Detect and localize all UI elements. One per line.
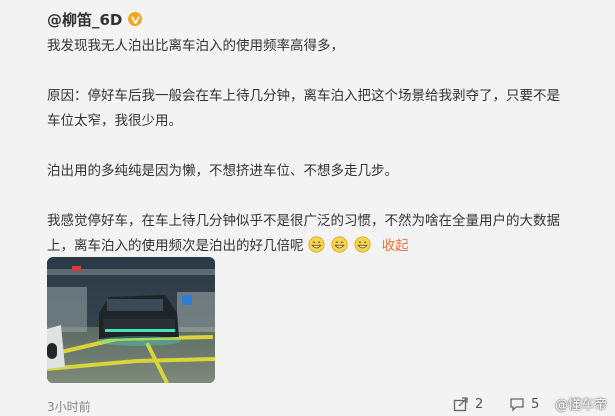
post-text: 我发现我无人泊出比离车泊入的使用频率高得多， 原因：停好车后我一般会在车上待几分…: [47, 34, 592, 259]
comment-icon: [510, 398, 524, 412]
collapse-link[interactable]: 收起: [382, 238, 409, 254]
comment-count: 5: [531, 396, 540, 412]
grin-emoji-icon: [308, 236, 325, 253]
post-line: 泊出用的多纯纯是因为懒，不想挤进车位、不想多走几步。: [47, 163, 398, 179]
post-line: 上，离车泊入的使用频次是泊出的好几倍呢: [47, 238, 304, 254]
grin-emoji-icon: [354, 236, 371, 253]
post-line: 原因：停好车后我一般会在车上待几分钟，离车泊入把这个场景给我剥夺了，只要不是: [47, 88, 560, 104]
username[interactable]: @柳笛_6D: [47, 9, 122, 30]
user-header: @柳笛_6D: [47, 8, 143, 30]
comment-button[interactable]: 5: [509, 396, 539, 412]
post-last-line: 上，离车泊入的使用频次是泊出的好几倍呢 收起: [47, 234, 592, 259]
post-line: 车位太窄，我很少用。: [47, 113, 182, 129]
post-card: @柳笛_6D 我发现我无人泊出比离车泊入的使用频率高得多， 原因：停好车后我一般…: [0, 0, 615, 416]
share-button[interactable]: 2: [453, 396, 483, 412]
post-line: 我发现我无人泊出比离车泊入的使用频率高得多，: [47, 38, 344, 54]
watermark: @懂车帝: [554, 398, 607, 413]
share-count: 2: [475, 396, 484, 412]
parking-garage-photo: [47, 257, 215, 383]
share-icon: [453, 397, 468, 412]
post-line: 我感觉停好车，在车上待几分钟似乎不是很广泛的习惯，不然为啥在全量用户的大数据: [47, 213, 560, 229]
verified-badge-icon: [128, 12, 143, 26]
post-photo[interactable]: [47, 257, 215, 383]
post-time: 3小时前: [47, 400, 91, 414]
post-footer: 3小时前 2 5 @懂车帝: [0, 392, 615, 416]
grin-emoji-icon: [331, 236, 348, 253]
